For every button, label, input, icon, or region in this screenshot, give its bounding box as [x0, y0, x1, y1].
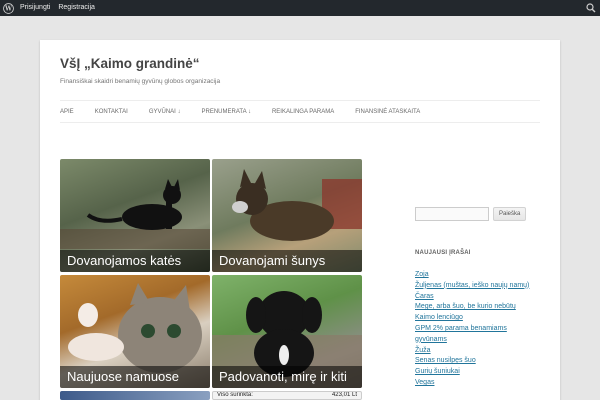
- list-item[interactable]: Čaras: [415, 292, 545, 303]
- image-grid: Dovanojamos katės Dovanojami šunys Nauju…: [60, 159, 362, 400]
- nav-item-gyvunai[interactable]: Gyvūnai ↓: [149, 109, 181, 115]
- nav-item-reikalinga-parama[interactable]: Reikalinga parama: [272, 109, 334, 115]
- main-navigation: Apie Kontaktai Gyvūnai ↓ Prenumerata ↓ R…: [60, 100, 540, 123]
- list-item[interactable]: Mege, arba šuo, be kurio nebūtų: [415, 302, 545, 313]
- admin-bar: W Prisijungti Registracija: [0, 0, 600, 16]
- wordpress-logo-icon[interactable]: W: [0, 0, 16, 16]
- nav-item-kontaktai[interactable]: Kontaktai: [95, 109, 128, 115]
- svg-text:W: W: [4, 5, 12, 12]
- tile-gifted[interactable]: Padovanoti, mirę ir kiti: [212, 275, 362, 388]
- recent-posts-list: Zoja Žuljenas (muštas, ieško naujų namų)…: [415, 270, 545, 389]
- site-description: Finansiškai skaidri benamių gyvūnų globo…: [60, 78, 221, 85]
- tile-banner[interactable]: [60, 391, 210, 400]
- search-button[interactable]: Paieška: [493, 207, 527, 221]
- nav-item-apie[interactable]: Apie: [60, 109, 74, 115]
- search-input[interactable]: [415, 207, 489, 221]
- list-item[interactable]: Kaimo lenciūgo: [415, 313, 545, 324]
- list-item[interactable]: Zoja: [415, 270, 545, 281]
- recent-posts-title: Naujausi įrašai: [415, 250, 471, 256]
- site-title[interactable]: VšĮ „Kaimo grandinė“: [60, 56, 200, 71]
- list-item[interactable]: Žuljenas (muštas, ieško naujų namų): [415, 281, 545, 292]
- list-item[interactable]: Senas nusilpęs šuo: [415, 356, 545, 367]
- search-icon[interactable]: [586, 3, 596, 13]
- list-item[interactable]: GPM 2% parama benamiams: [415, 324, 545, 335]
- tile-caption: Dovanojami šunys: [212, 250, 362, 272]
- tile-cats[interactable]: Dovanojamos katės: [60, 159, 210, 272]
- tile-caption: Padovanoti, mirę ir kiti: [212, 366, 362, 388]
- tile-new-homes[interactable]: Naujuose namuose: [60, 275, 210, 388]
- search-form: Paieška: [415, 207, 545, 221]
- register-link[interactable]: Registracija: [54, 0, 99, 16]
- donation-summary: Viso surinkta: 423,01 Lt: [212, 391, 362, 400]
- list-item[interactable]: Gurių šuniukai: [415, 367, 545, 378]
- donation-value: 423,01 Lt: [331, 392, 357, 398]
- tile-dogs[interactable]: Dovanojami šunys: [212, 159, 362, 272]
- sidebar: Paieška Naujausi įrašai Zoja Žuljenas (m…: [415, 207, 545, 389]
- list-item[interactable]: gyvūnams: [415, 335, 545, 346]
- login-link[interactable]: Prisijungti: [16, 0, 54, 16]
- nav-item-prenumerata[interactable]: Prenumerata ↓: [202, 109, 251, 115]
- nav-item-finansine-ataskaita[interactable]: Finansinė ataskaita: [355, 109, 420, 115]
- tile-caption: Naujuose namuose: [60, 366, 210, 388]
- page-container: VšĮ „Kaimo grandinė“ Finansiškai skaidri…: [40, 40, 560, 400]
- tile-caption: Dovanojamos katės: [60, 250, 210, 272]
- list-item[interactable]: Žuža: [415, 346, 545, 357]
- donation-label: Viso surinkta:: [217, 392, 253, 398]
- list-item[interactable]: Vegas: [415, 378, 545, 389]
